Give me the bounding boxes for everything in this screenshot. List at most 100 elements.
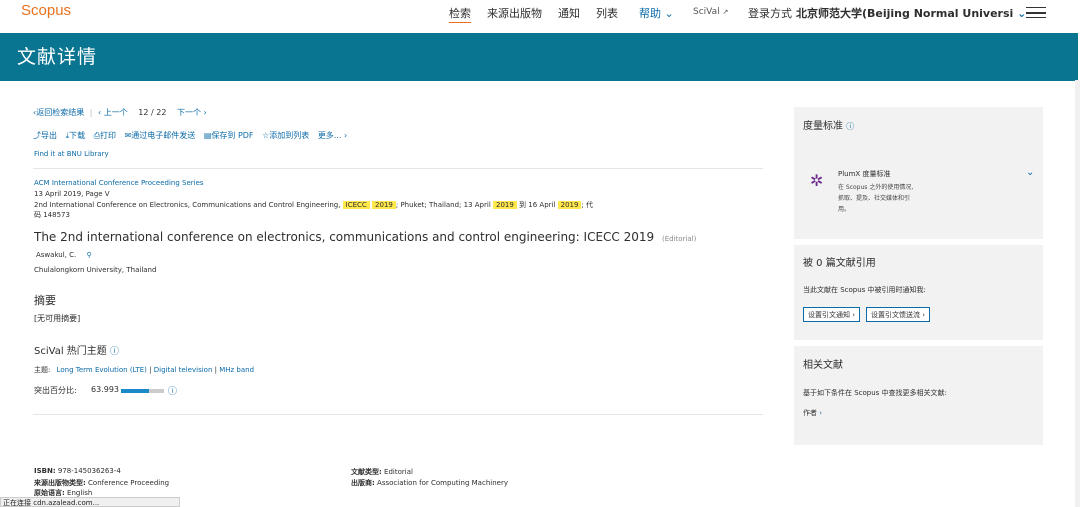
institution-name: 北京师范大学(Beijing Normal Universi [796, 7, 1014, 20]
related-text: 基于如下条件在 Scopus 中查找更多相关文献: [803, 389, 947, 397]
print-label: 打印 [100, 131, 117, 140]
prev-label: 上一个 [103, 108, 128, 117]
authors-link[interactable]: 作者 › [803, 408, 822, 418]
info-icon[interactable]: ⓘ [110, 347, 119, 357]
person-icon[interactable]: ⚲ [86, 251, 91, 259]
info-icon[interactable]: ⓘ [168, 384, 177, 397]
publisher-value: Association for Computing Machinery [377, 479, 508, 487]
external-link-icon: ↗ [722, 8, 729, 16]
conference-info: 2nd International Conference on Electron… [34, 200, 593, 210]
conference-code: 码 148573 [34, 211, 70, 219]
topic-label: 主题: [34, 366, 51, 374]
save-pdf-button[interactable]: ▤保存到 PDF [204, 131, 254, 140]
chevron-down-icon: ⌄ [664, 7, 674, 20]
language-label: 原始语言: [34, 489, 65, 497]
plumx-desc-3: 用。 [838, 206, 851, 213]
abstract-heading: 摘要 [34, 294, 56, 307]
doc-type-value: Editorial [384, 468, 413, 476]
email-label: 通过电子邮件发送 [131, 131, 196, 140]
next-label: 下一个 [177, 108, 202, 117]
back-to-results-link[interactable]: ‹返回检索结果 [33, 108, 84, 117]
add-to-list-button[interactable]: ☆添加到列表 [262, 131, 309, 140]
download-button[interactable]: ⤓下载 [66, 131, 86, 140]
abstract-text: [无可用摘要] [34, 314, 81, 323]
metrics-panel: 度量标准 ⓘ ✲ PlumX 度量标准 在 Scopus 之外的使用情况, 抓取… [794, 107, 1043, 239]
library-link[interactable]: Find it at BNU Library [34, 150, 109, 158]
doc-type-label: (Editorial) [661, 235, 697, 243]
nav-scival-label: SciVal [693, 7, 720, 17]
chevron-down-icon: ⌄ [1017, 7, 1027, 20]
set-citation-alert-button[interactable]: 设置引文通知 › [803, 307, 861, 322]
plumx-title[interactable]: PlumX 度量标准 [838, 169, 890, 179]
prominence-label: 突出百分比: [34, 386, 77, 395]
export-label: 导出 [41, 131, 57, 140]
export-button[interactable]: ⤴导出 [33, 131, 57, 140]
more-label: 更多... [317, 131, 342, 140]
scival-heading-text: SciVal 热门主题 [34, 346, 107, 357]
top-navbar: Scopus 检索 来源出版物 通知 列表 帮助 ⌄ SciVal ↗ 登录方式… [0, 0, 1080, 33]
institution-menu[interactable]: 北京师范大学(Beijing Normal Universi ⌄ [796, 5, 1026, 21]
citations-heading: 被 0 篇文献引用 [803, 258, 876, 269]
conf-suffix: ; 代 [581, 201, 594, 209]
topic-separator: | [214, 366, 217, 374]
back-label: 返回检索结果 [36, 108, 85, 117]
divider [33, 168, 763, 169]
prev-link[interactable]: ‹ 上一个 [98, 108, 128, 117]
doc-type-field-label: 文献类型: [351, 468, 382, 476]
plumx-icon: ✲ [810, 171, 824, 190]
nav-help-label: 帮助 [639, 7, 661, 20]
chevron-down-icon[interactable]: ⌄ [1026, 167, 1034, 178]
language-value: English [67, 489, 93, 497]
divider: | [89, 108, 93, 117]
series-link[interactable]: ACM International Conference Proceeding … [34, 179, 204, 187]
isbn-value: 978-145036263-4 [57, 467, 121, 475]
page-banner: 文献详情 [0, 33, 1078, 81]
topic-link[interactable]: Long Term Evolution (LTE) [57, 366, 147, 374]
topic-link[interactable]: Digital television [154, 366, 213, 374]
download-label: 下载 [69, 131, 86, 140]
author-link[interactable]: Aswakul, C. [36, 251, 76, 259]
nav-lists[interactable]: 列表 [596, 5, 618, 21]
highlight-term: 2019 [557, 201, 582, 209]
conf-mid: ; Phuket; Thailand; 13 April [395, 201, 493, 209]
hamburger-menu-icon[interactable] [1026, 7, 1046, 18]
plumx-desc-2: 抓取、提及、社交媒体和引 [838, 195, 911, 202]
info-icon[interactable]: ⓘ [846, 122, 854, 131]
browser-status-bar: 正在连接 cdn.azalead.com... [0, 497, 180, 507]
print-button[interactable]: ⎙打印 [94, 131, 116, 140]
scival-topics: 主题: Long Term Evolution (LTE) | Digital … [34, 365, 254, 375]
nav-help[interactable]: 帮助 ⌄ [639, 5, 674, 21]
scopus-logo[interactable]: Scopus [21, 2, 71, 19]
next-link[interactable]: 下一个 › [177, 108, 207, 117]
prominence-bar-fill [121, 389, 149, 393]
source-type-value: Conference Proceeding [88, 479, 170, 487]
related-heading: 相关文献 [803, 360, 843, 371]
nav-scival[interactable]: SciVal ↗ [693, 7, 728, 17]
email-button[interactable]: ✉通过电子邮件发送 [125, 131, 196, 140]
isbn-row: ISBN: 978-145036263-4 [34, 467, 121, 475]
pdf-label: 保存到 PDF [211, 131, 254, 140]
total-count: 22 [156, 108, 167, 117]
publisher-row: 出版商: Association for Computing Machinery [351, 478, 508, 488]
authors-label: 作者 [803, 409, 817, 417]
highlight-term: ICECC [342, 201, 370, 209]
plumx-desc-1: 在 Scopus 之外的使用情况, [838, 184, 914, 191]
related-panel: 相关文献 基于如下条件在 Scopus 中查找更多相关文献: 作者 › [794, 346, 1043, 445]
nav-sources[interactable]: 来源出版物 [487, 5, 542, 21]
add-list-label: 添加到列表 [269, 131, 310, 140]
topic-link[interactable]: MHz band [219, 366, 254, 374]
chevron-right-icon: › [819, 409, 823, 417]
citation-notify-text: 当此文献在 Scopus 中被引用时通知我: [803, 286, 926, 294]
document-toolbar: ⤴导出 ⤓下载 ⎙打印 ✉通过电子邮件发送 ▤保存到 PDF ☆添加到列表 更多… [33, 130, 347, 141]
current-index: 12 [138, 108, 149, 117]
scrollbar[interactable] [1075, 80, 1080, 507]
conf-prefix: 2nd International Conference on Electron… [34, 201, 343, 209]
nav-alerts[interactable]: 通知 [558, 5, 580, 21]
divider [33, 414, 763, 415]
more-button[interactable]: 更多... › [318, 131, 347, 140]
document-title: The 2nd international conference on elec… [34, 230, 696, 244]
date-page: 13 April 2019, Page V [34, 190, 110, 198]
nav-search[interactable]: 检索 [449, 5, 471, 23]
scival-heading: SciVal 热门主题 ⓘ [34, 342, 119, 357]
set-citation-feed-button[interactable]: 设置引文馈送流 › [866, 307, 931, 322]
